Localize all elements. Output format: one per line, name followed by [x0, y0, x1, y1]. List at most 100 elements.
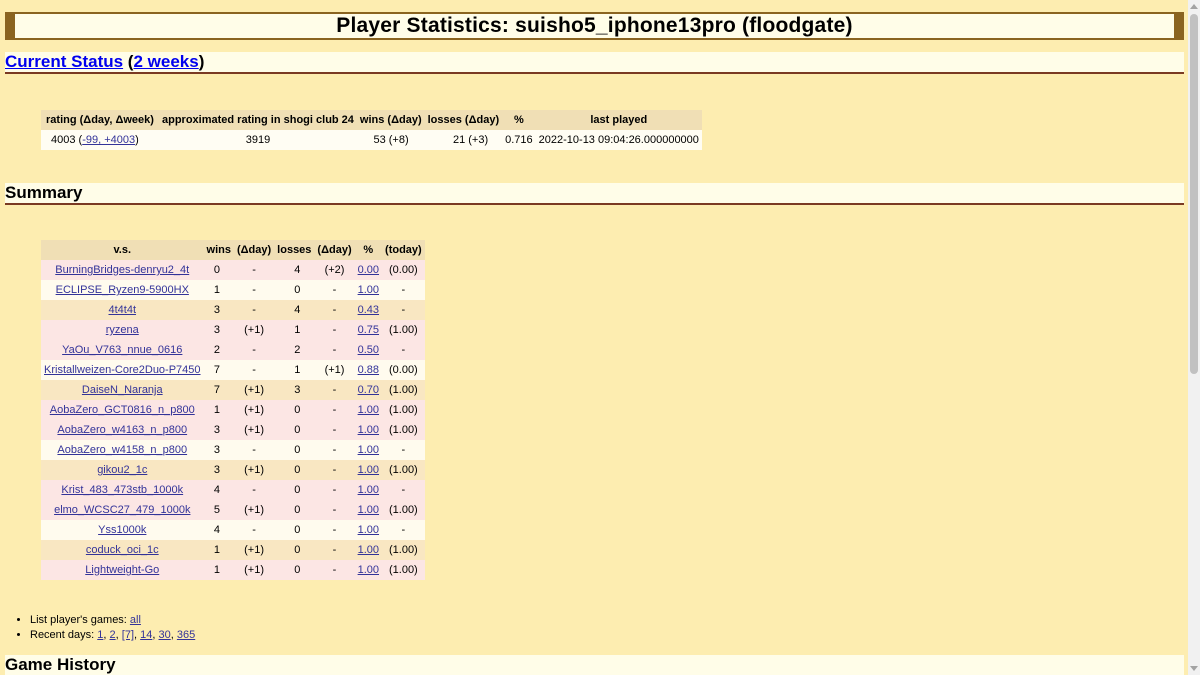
pct-link[interactable]: 0.88 [358, 364, 379, 376]
two-weeks-link[interactable]: 2 weeks [133, 52, 198, 71]
opponent-link[interactable]: Yss1000k [98, 524, 146, 536]
recent-day-link[interactable]: 365 [177, 629, 195, 641]
losses-cell: 0 [274, 500, 314, 520]
rating-delta-link[interactable]: -99, +4003 [82, 134, 135, 146]
today-cell: (1.00) [382, 500, 425, 520]
recent-days-item: Recent days: 1, 2, [7], 14, 30, 365 [30, 628, 195, 643]
today-cell: - [382, 440, 425, 460]
paren-open: ( [123, 52, 133, 71]
summary-title: Summary [5, 183, 1184, 203]
opponent-link[interactable]: DaiseN_Naranja [82, 384, 163, 396]
status-wins: 53 (+8) [357, 130, 425, 150]
summary-table: v.s. wins (Δday) losses (Δday) % (today)… [41, 240, 425, 580]
wins-delta-cell: - [234, 480, 274, 500]
vertical-scrollbar[interactable] [1188, 0, 1200, 675]
pct-link[interactable]: 1.00 [358, 404, 379, 416]
status-table: rating (Δday, Δweek) approximated rating… [41, 110, 702, 150]
opponent-link[interactable]: AobaZero_w4163_n_p800 [57, 424, 187, 436]
pct-link[interactable]: 1.00 [358, 464, 379, 476]
opponent-link[interactable]: Krist_483_473stb_1000k [61, 484, 183, 496]
today-cell: (0.00) [382, 360, 425, 380]
recent-day-link[interactable]: 30 [159, 629, 171, 641]
games-label: List player's games: [30, 614, 130, 626]
pct-link[interactable]: 0.70 [358, 384, 379, 396]
opponent-link-cell: AobaZero_w4158_n_p800 [41, 440, 204, 460]
losses-delta-cell: - [314, 420, 354, 440]
losses-cell: 1 [274, 320, 314, 340]
recent-day-link[interactable]: [7] [122, 629, 134, 641]
pct-link[interactable]: 1.00 [358, 484, 379, 496]
wins-cell: 3 [204, 440, 234, 460]
losses-delta-cell: - [314, 560, 354, 580]
opponent-link-cell: elmo_WCSC27_479_1000k [41, 500, 204, 520]
opponent-link[interactable]: 4t4t4t [109, 304, 137, 316]
opponent-link[interactable]: gikou2_1c [97, 464, 147, 476]
status-th-wins: wins (Δday) [357, 110, 425, 130]
opponent-link[interactable]: YaOu_V763_nnue_0616 [62, 344, 182, 356]
status-row: 4003 (-99, +4003) 3919 53 (+8) 21 (+3) 0… [41, 130, 702, 150]
wins-delta-cell: (+1) [234, 380, 274, 400]
wins-delta-cell: - [234, 280, 274, 300]
player-links-list: List player's games: all Recent days: 1,… [12, 613, 195, 643]
opponent-link[interactable]: elmo_WCSC27_479_1000k [54, 504, 190, 516]
wins-cell: 0 [204, 260, 234, 280]
pct-link[interactable]: 1.00 [358, 544, 379, 556]
pct-link[interactable]: 1.00 [358, 444, 379, 456]
opponent-link[interactable]: BurningBridges-denryu2_4t [55, 264, 189, 276]
pct-link[interactable]: 0.75 [358, 324, 379, 336]
scroll-down-icon[interactable] [1190, 666, 1198, 671]
losses-delta-cell: - [314, 340, 354, 360]
paren-close: ) [199, 52, 205, 71]
scroll-thumb[interactable] [1190, 14, 1198, 374]
opponent-link[interactable]: ryzena [106, 324, 139, 336]
pct-link[interactable]: 1.00 [358, 284, 379, 296]
opponent-link[interactable]: coduck_oci_1c [86, 544, 159, 556]
table-row: Kristallweizen-Core2Duo-P74507-1(+1)0.88… [41, 360, 425, 380]
table-row: Krist_483_473stb_1000k4-0-1.00- [41, 480, 425, 500]
recent-day-link[interactable]: 14 [140, 629, 152, 641]
pct-link[interactable]: 1.00 [358, 564, 379, 576]
summary-th-losses: losses [274, 240, 314, 260]
all-games-link[interactable]: all [130, 614, 141, 626]
today-cell: (1.00) [382, 320, 425, 340]
losses-cell: 0 [274, 400, 314, 420]
opponent-link-cell: coduck_oci_1c [41, 540, 204, 560]
status-pct: 0.716 [502, 130, 536, 150]
losses-cell: 0 [274, 520, 314, 540]
current-status-link[interactable]: Current Status [5, 52, 123, 71]
losses-cell: 1 [274, 360, 314, 380]
pct-link[interactable]: 1.00 [358, 524, 379, 536]
table-row: gikou2_1c3(+1)0-1.00(1.00) [41, 460, 425, 480]
today-cell: (1.00) [382, 460, 425, 480]
pct-link[interactable]: 0.50 [358, 344, 379, 356]
opponent-link[interactable]: Lightweight-Go [85, 564, 159, 576]
opponent-link-cell: BurningBridges-denryu2_4t [41, 260, 204, 280]
opponent-link[interactable]: Kristallweizen-Core2Duo-P7450 [44, 364, 201, 376]
opponent-link-cell: gikou2_1c [41, 460, 204, 480]
table-row: AobaZero_w4163_n_p8003(+1)0-1.00(1.00) [41, 420, 425, 440]
pct-link-cell: 1.00 [355, 460, 382, 480]
opponent-link[interactable]: ECLIPSE_Ryzen9-5900HX [56, 284, 189, 296]
status-th-pct: % [502, 110, 536, 130]
scroll-up-icon[interactable] [1190, 4, 1198, 9]
opponent-link[interactable]: AobaZero_w4158_n_p800 [57, 444, 187, 456]
pct-link[interactable]: 1.00 [358, 504, 379, 516]
status-approx: 3919 [159, 130, 357, 150]
pct-link[interactable]: 0.43 [358, 304, 379, 316]
table-row: BurningBridges-denryu2_4t0-4(+2)0.00(0.0… [41, 260, 425, 280]
summary-th-vs: v.s. [41, 240, 204, 260]
status-th-approx: approximated rating in shogi club 24 [159, 110, 357, 130]
losses-delta-cell: - [314, 460, 354, 480]
table-row: ECLIPSE_Ryzen9-5900HX1-0-1.00- [41, 280, 425, 300]
pct-link-cell: 1.00 [355, 540, 382, 560]
pct-link[interactable]: 0.00 [358, 264, 379, 276]
pct-link[interactable]: 1.00 [358, 424, 379, 436]
today-cell: (1.00) [382, 400, 425, 420]
summary-th-today: (today) [382, 240, 425, 260]
opponent-link[interactable]: AobaZero_GCT0816_n_p800 [50, 404, 195, 416]
today-cell: (1.00) [382, 420, 425, 440]
pct-link-cell: 1.00 [355, 440, 382, 460]
pct-link-cell: 1.00 [355, 420, 382, 440]
pct-link-cell: 1.00 [355, 400, 382, 420]
wins-delta-cell: (+1) [234, 540, 274, 560]
